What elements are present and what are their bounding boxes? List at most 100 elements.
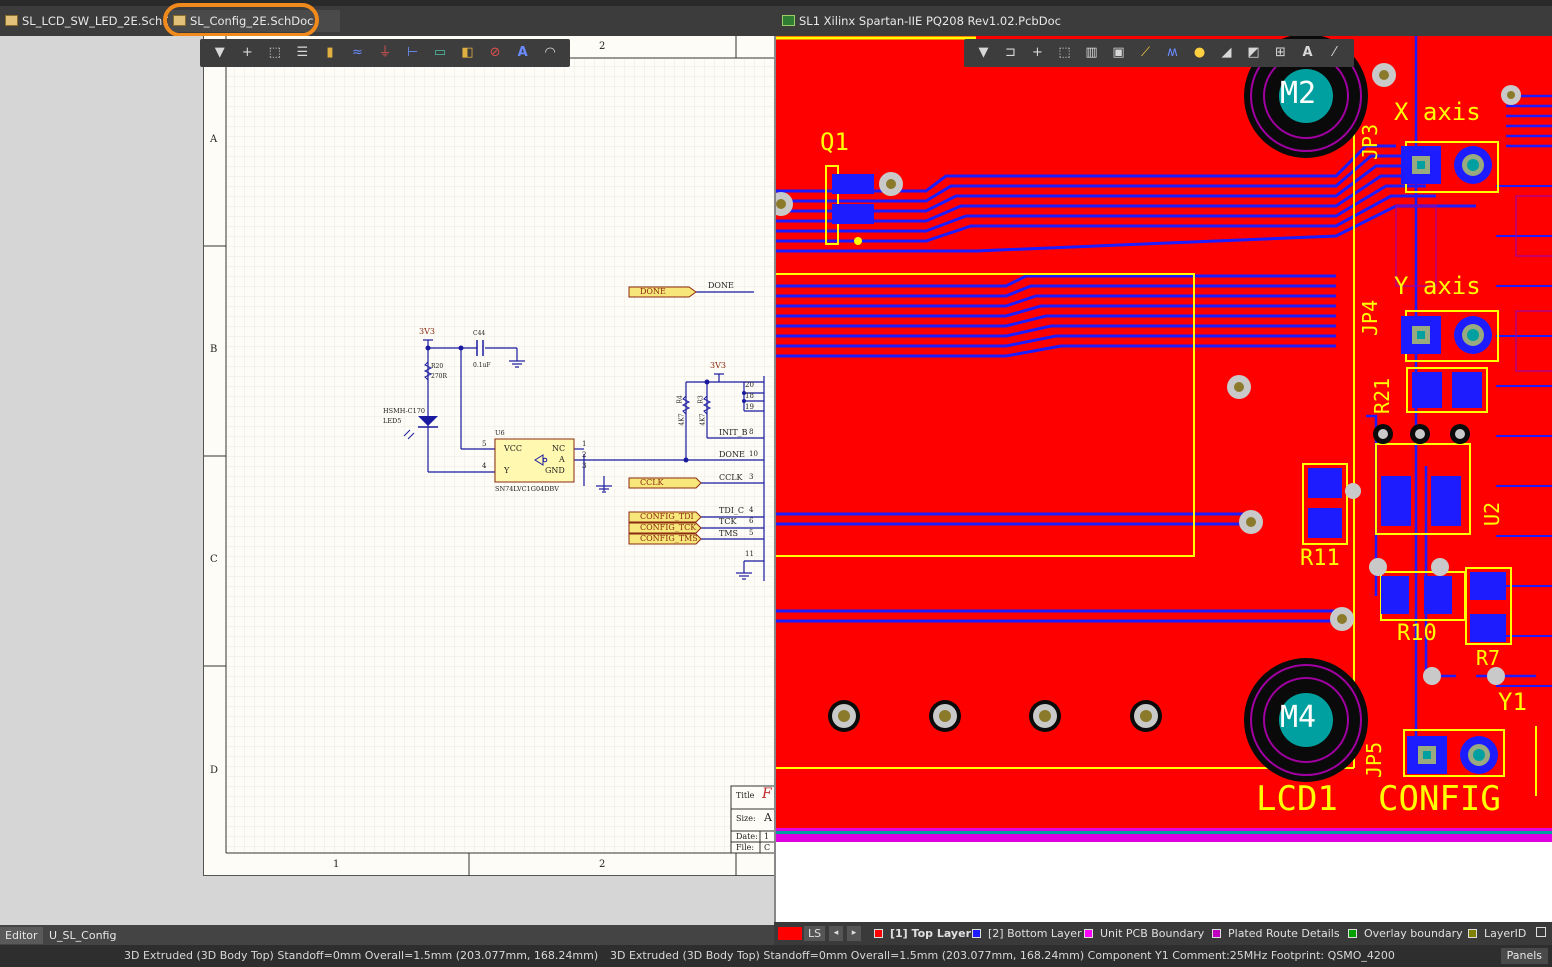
designator-jp5[interactable]: JP5 [1362, 742, 1386, 778]
designator-y1[interactable]: Y1 [1498, 688, 1527, 716]
port-config-tms[interactable]: CONFIG_TMS [640, 534, 698, 543]
net-label-done: DONE [708, 281, 734, 290]
zone-letter-c: C [210, 554, 218, 565]
layer-tab-layerid[interactable]: LayerID [1468, 926, 1526, 942]
designator-q1[interactable]: Q1 [820, 128, 849, 156]
layer-swatch [1348, 929, 1357, 938]
pin-number: 20 [745, 381, 754, 389]
panels-button[interactable]: Panels [1500, 948, 1548, 964]
pin-number: 3 [749, 473, 754, 481]
arc-icon[interactable]: ◠ [539, 43, 561, 63]
filter-icon[interactable]: ▼ [209, 43, 231, 63]
select-icon[interactable]: ⬚ [264, 43, 286, 63]
designator-config[interactable]: CONFIG [1378, 779, 1501, 819]
interactive-icon[interactable]: ʍ [1162, 43, 1183, 63]
port-cclk[interactable]: CCLK [640, 478, 664, 487]
no-erc-icon[interactable]: ⊘ [484, 43, 506, 63]
title-block-size-label: Size: [736, 814, 756, 823]
bus-icon[interactable]: ≈ [347, 43, 369, 63]
layer-swatch [1212, 929, 1221, 938]
tab-u-sl-config[interactable]: U_SL_Config [44, 927, 121, 944]
title-block-file-value: C [764, 843, 771, 852]
align-icon[interactable]: ☰ [292, 43, 314, 63]
pcb-editor[interactable]: M2 M4 Q1 JP3 JP4 JP5 R21 R11 R10 R7 U2 Y… [774, 36, 1552, 925]
scroll-left-icon[interactable]: ◂ [829, 926, 843, 941]
cross-icon[interactable]: + [237, 43, 259, 63]
ground-icon[interactable]: ⏚ [374, 43, 396, 63]
layer-tab-overlay-boundary[interactable]: Overlay boundary [1348, 926, 1463, 942]
u6-pin-vcc: VCC [504, 444, 523, 453]
zone-number-2: 2 [599, 859, 606, 870]
layer-swatch [1468, 929, 1477, 938]
trace-icon[interactable]: ⟋ [1135, 43, 1156, 63]
designator-u2[interactable]: U2 [1480, 502, 1504, 526]
layer-tab-unit-pcb-boundary[interactable]: Unit PCB Boundary [1084, 926, 1204, 942]
route-icon[interactable]: ⊐ [1000, 43, 1021, 63]
led-value: LED5 [383, 417, 402, 425]
designator-r21[interactable]: R21 [1370, 378, 1394, 414]
port-config-tdi[interactable]: CONFIG_TDI [640, 512, 694, 521]
designator-jp3[interactable]: JP3 [1358, 124, 1382, 160]
part-icon[interactable]: ▮ [319, 43, 341, 63]
designator-r11[interactable]: R11 [1300, 546, 1340, 571]
tab-sl-lcd-sw-led[interactable]: SL_LCD_SW_LED_2E.SchDoc [0, 10, 182, 32]
layer-swatch [874, 929, 883, 938]
shape-icon[interactable]: ◢ [1216, 43, 1237, 63]
layer-tab-plated-route-details[interactable]: Plated Route Details [1212, 926, 1340, 942]
port-icon[interactable]: ▭ [429, 43, 451, 63]
filter-icon[interactable]: ▼ [973, 43, 994, 63]
r20-value: 270R [431, 373, 447, 380]
designator-lcd1[interactable]: LCD1 [1256, 779, 1338, 819]
title-block-date-label: Date: [736, 832, 758, 841]
status-left: 3D Extruded (3D Body Top) Standoff=0mm O… [124, 949, 599, 962]
tab-editor[interactable]: Editor [0, 927, 43, 944]
layer-tab-bottom[interactable]: [2] Bottom Layer [972, 926, 1082, 942]
schematic-sheet[interactable]: A B C D 1 2 2 3V3 3V3 C44 0.1uF R20 270R… [203, 36, 774, 876]
pin-number: 18 [745, 392, 754, 400]
designator-m4[interactable]: M4 [1280, 700, 1316, 735]
r20-ref: R20 [431, 363, 444, 370]
u6-pin-y: Y [504, 466, 510, 475]
editor-tab-strip: Editor U_SL_Config [0, 925, 774, 945]
text-icon[interactable]: A [512, 43, 534, 63]
c44-ref: C44 [473, 330, 486, 337]
label-y-axis: Y axis [1394, 272, 1481, 300]
pin-number: 6 [749, 517, 754, 525]
tab-pcbdoc[interactable]: SL1 Xilinx Spartan-IIE PQ208 Rev1.02.Pcb… [777, 10, 1199, 32]
layer-set-button[interactable]: LS [804, 926, 826, 941]
pin-number: 11 [745, 550, 754, 558]
cross-icon[interactable]: + [1027, 43, 1048, 63]
designator-r7[interactable]: R7 [1476, 646, 1500, 670]
component-icon[interactable]: ▣ [1108, 43, 1129, 63]
pin-number: 4 [749, 506, 754, 514]
dimension-icon[interactable]: ⊞ [1270, 43, 1291, 63]
text-icon[interactable]: A [1297, 43, 1318, 63]
schematic-editor[interactable]: A B C D 1 2 2 3V3 3V3 C44 0.1uF R20 270R… [0, 36, 774, 925]
select-icon[interactable]: ⬚ [1054, 43, 1075, 63]
u6-ref: U6 [495, 429, 505, 437]
schdoc-icon [5, 15, 18, 26]
layer-tab-top[interactable]: [1] Top Layer [874, 926, 971, 942]
pin-icon[interactable]: ● [1189, 43, 1210, 63]
pcbdoc-icon [782, 15, 795, 26]
pin-number: 3 [582, 462, 587, 470]
line-icon[interactable]: ⁄ [1324, 43, 1345, 63]
directive-icon[interactable]: ◧ [457, 43, 479, 63]
layer-more-icon[interactable] [1536, 927, 1546, 937]
scroll-right-icon[interactable]: ▸ [847, 926, 861, 941]
u6-part: SN74LVC1G04DBV [495, 485, 559, 493]
port-config-tck[interactable]: CONFIG_TCK [640, 523, 696, 532]
port-done[interactable]: DONE [640, 287, 666, 296]
chart-icon[interactable]: ▥ [1081, 43, 1102, 63]
net-label-tck: TCK [719, 517, 737, 526]
power-3v3: 3V3 [710, 361, 726, 370]
edit-icon[interactable]: ◩ [1243, 43, 1264, 63]
layer-swatch [972, 929, 981, 938]
designator-jp4[interactable]: JP4 [1358, 300, 1382, 336]
netlabel-icon[interactable]: ⊢ [402, 43, 424, 63]
designator-m2[interactable]: M2 [1280, 76, 1316, 111]
pin-number: 4 [482, 462, 487, 470]
current-layer-swatch[interactable] [778, 927, 802, 940]
designator-r10[interactable]: R10 [1397, 621, 1437, 646]
title-block-date-value: 1 [764, 832, 770, 841]
